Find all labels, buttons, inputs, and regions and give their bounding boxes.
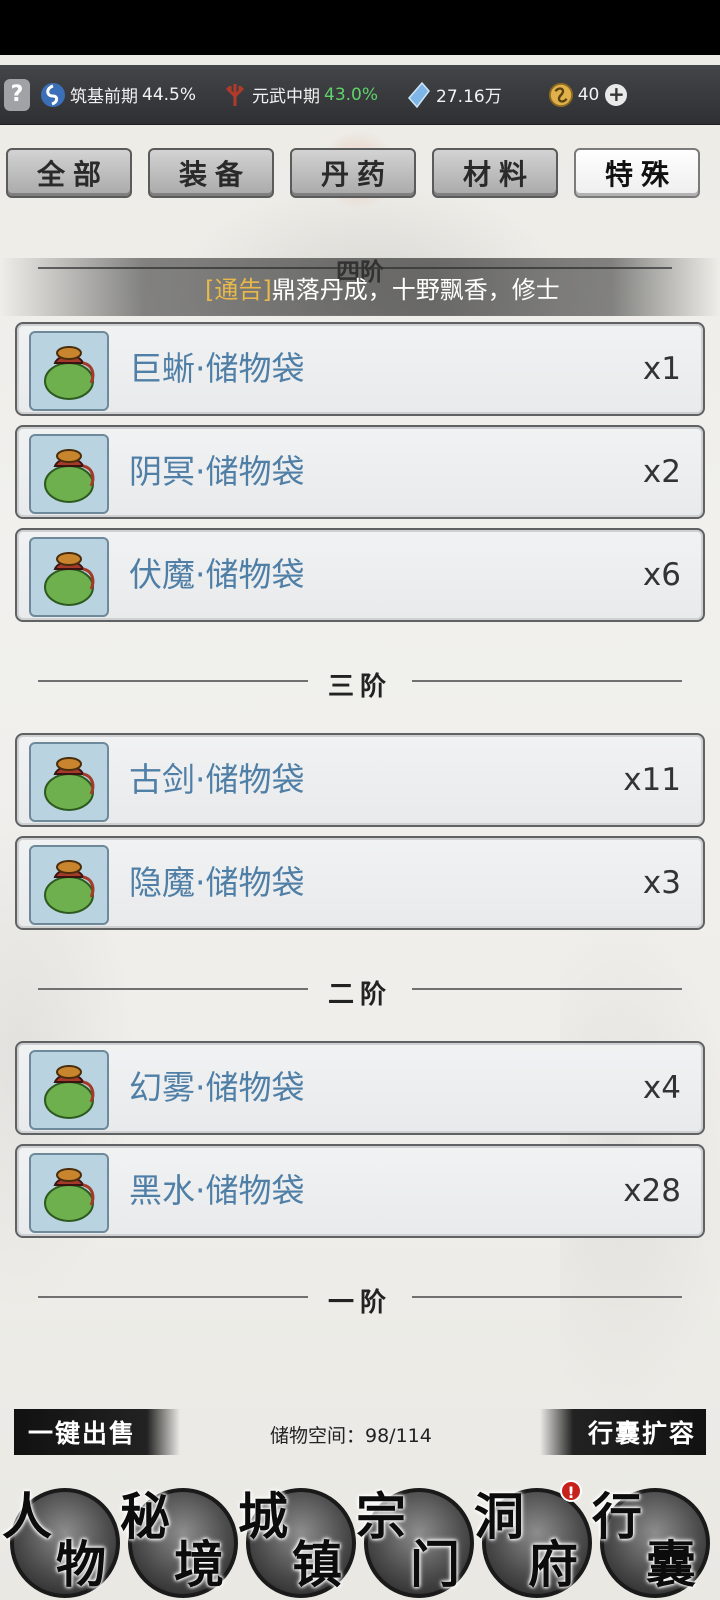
- list-item[interactable]: 古剑·储物袋 x11: [15, 733, 705, 827]
- tier3-label: 三阶: [327, 672, 392, 702]
- realm-name: 筑基前期: [70, 87, 138, 107]
- list-item[interactable]: 黑水·储物袋 x28: [15, 1144, 705, 1238]
- item-qty: x1: [642, 351, 681, 387]
- nav-char: 人: [2, 1487, 52, 1546]
- tab-special[interactable]: 特殊: [574, 148, 700, 198]
- martial-name: 元武中期: [252, 87, 321, 107]
- storage-bag-icon: [29, 331, 109, 411]
- nav-char: 物: [56, 1535, 106, 1594]
- tier-divider: 一阶: [38, 1282, 682, 1318]
- status-bar: ? 筑基前期 44.5% 元武中期 43.0% 27.16万 40 +: [0, 65, 720, 125]
- spirit-stone-count: 27.16万: [436, 87, 502, 107]
- tab-pills[interactable]: 丹药: [290, 148, 416, 198]
- trident-icon: [222, 82, 248, 108]
- tab-materials[interactable]: 材料: [432, 148, 558, 198]
- storage-bag-icon: [29, 1153, 109, 1233]
- notice-message: 鼎落丹成，十野飘香，修士: [271, 275, 560, 304]
- nav-char: 府: [528, 1535, 578, 1594]
- item-qty: x28: [623, 1173, 681, 1209]
- tier2-label: 二阶: [327, 980, 392, 1010]
- nav-sect[interactable]: 宗 门: [356, 1488, 474, 1598]
- item-name: 伏魔·储物袋: [129, 555, 305, 594]
- list-item[interactable]: 阴冥·储物袋 x2: [15, 425, 705, 519]
- item-name: 隐魔·储物袋: [129, 863, 305, 902]
- nav-cave[interactable]: 洞 府 !: [474, 1480, 592, 1598]
- martial-pct: 43.0%: [324, 84, 379, 105]
- item-qty: x3: [642, 865, 681, 901]
- item-name: 古剑·储物袋: [129, 760, 305, 799]
- bottom-nav: 人 物 秘 境 城 镇 宗 门 洞 府 ! 行 囊: [0, 1470, 720, 1600]
- storage-capacity: 储物空间：98/114: [270, 1425, 432, 1447]
- tier-divider: 二阶: [38, 974, 682, 1010]
- gold-stat[interactable]: 40 +: [548, 82, 628, 108]
- realm-pct: 44.5%: [142, 84, 197, 105]
- item-name: 巨蜥·储物袋: [129, 349, 305, 388]
- spirit-stone-stat[interactable]: 27.16万: [406, 81, 502, 108]
- item-qty: x6: [642, 557, 681, 593]
- nav-char: 秘: [120, 1487, 170, 1546]
- nav-char: 洞: [474, 1487, 524, 1546]
- category-tabs: 全部 装备 丹药 材料 特殊: [6, 148, 714, 198]
- coin-icon: [548, 82, 574, 108]
- realm-stat[interactable]: 筑基前期 44.5%: [40, 82, 196, 108]
- storage-bag-icon: [29, 1050, 109, 1130]
- swirl-icon: [40, 82, 66, 108]
- divider-line: [412, 1296, 682, 1298]
- add-gold-button[interactable]: +: [605, 83, 628, 106]
- list-item[interactable]: 巨蜥·储物袋 x1: [15, 322, 705, 416]
- notice-banner: [通告]鼎落丹成，十野飘香，修士: [0, 258, 720, 316]
- storage-bag-icon: [29, 537, 109, 617]
- divider-line: [412, 680, 682, 682]
- alert-badge: !: [560, 1480, 582, 1502]
- tier-divider: 三阶: [38, 666, 682, 702]
- item-name: 幻雾·储物袋: [129, 1068, 305, 1107]
- nav-town[interactable]: 城 镇: [238, 1488, 356, 1598]
- inventory-actions: 一键出售 储物空间：98/114 行囊扩容: [0, 1405, 720, 1457]
- tab-equipment[interactable]: 装备: [148, 148, 274, 198]
- quick-sell-button[interactable]: 一键出售: [14, 1409, 180, 1455]
- item-name: 黑水·储物袋: [129, 1171, 305, 1210]
- tier1-label: 一阶: [327, 1288, 392, 1318]
- tab-all[interactable]: 全部: [6, 148, 132, 198]
- nav-character[interactable]: 人 物: [2, 1488, 120, 1598]
- notice-text-wrap: [通告]鼎落丹成，十野飘香，修士: [205, 270, 615, 305]
- storage-bag-icon: [29, 434, 109, 514]
- list-item[interactable]: 隐魔·储物袋 x3: [15, 836, 705, 930]
- list-item[interactable]: 伏魔·储物袋 x6: [15, 528, 705, 622]
- nav-char: 城: [238, 1487, 288, 1546]
- nav-char: 囊: [646, 1535, 696, 1594]
- nav-char: 境: [174, 1535, 224, 1594]
- storage-bag-icon: [29, 742, 109, 822]
- expand-bag-button[interactable]: 行囊扩容: [540, 1409, 706, 1455]
- gold-count: 40: [577, 84, 600, 105]
- item-qty: x2: [642, 454, 681, 490]
- nav-char: 门: [410, 1535, 460, 1594]
- item-qty: x11: [623, 762, 681, 798]
- list-item[interactable]: 幻雾·储物袋 x4: [15, 1041, 705, 1135]
- nav-char: 宗: [356, 1487, 406, 1546]
- nav-char: 镇: [292, 1535, 342, 1594]
- item-name: 阴冥·储物袋: [129, 452, 305, 491]
- nav-bag[interactable]: 行 囊: [592, 1488, 710, 1598]
- nav-char: 行: [592, 1487, 642, 1546]
- martial-stat[interactable]: 元武中期 43.0%: [222, 82, 378, 108]
- item-qty: x4: [642, 1070, 681, 1106]
- crystal-icon: [406, 81, 432, 108]
- nav-secret-realm[interactable]: 秘 境: [120, 1488, 238, 1598]
- notice-tag: [通告]: [205, 275, 272, 304]
- help-button[interactable]: ?: [4, 78, 30, 111]
- inventory-screen: ? 筑基前期 44.5% 元武中期 43.0% 27.16万 40 + 全部 装…: [0, 55, 720, 1600]
- divider-line: [412, 988, 682, 990]
- storage-bag-icon: [29, 845, 109, 925]
